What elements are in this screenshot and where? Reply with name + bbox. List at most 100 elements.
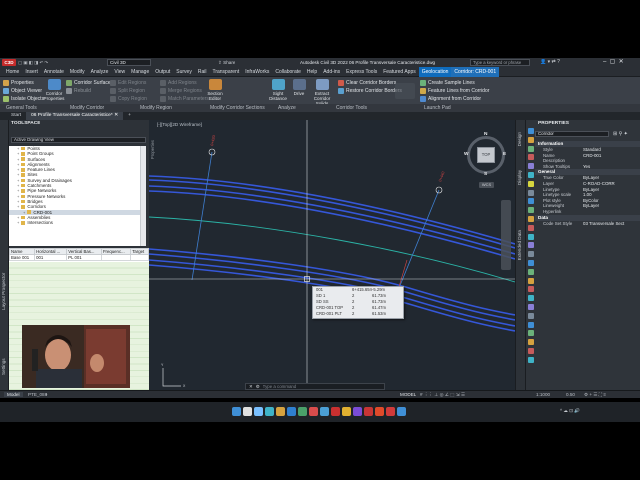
ribbon-tab[interactable]: InfraWorks <box>242 67 272 77</box>
compass-south[interactable]: S <box>484 172 487 177</box>
compass-north[interactable]: N <box>484 132 487 137</box>
add-regions-button[interactable]: Add Regions <box>160 79 209 87</box>
close-tab-icon[interactable]: ✕ <box>114 113 118 118</box>
taskbar-app-icon[interactable] <box>298 407 307 416</box>
tab-start[interactable]: Start <box>6 112 26 120</box>
ribbon-tab[interactable]: Add-ins <box>320 67 343 77</box>
rebuild-button[interactable]: Rebuild <box>66 87 113 95</box>
sample-line-1[interactable] <box>191 151 213 281</box>
side-tab-design[interactable]: Design <box>517 132 522 146</box>
taskbar-app-icon[interactable] <box>287 407 296 416</box>
new-tab-button[interactable]: + <box>123 112 136 120</box>
tool-icon[interactable] <box>528 303 534 310</box>
group-label-analyze[interactable]: Analyze <box>278 105 296 111</box>
taskbar-app-icon[interactable] <box>397 407 406 416</box>
tool-icon[interactable] <box>528 356 534 363</box>
taskbar-app-icon[interactable] <box>353 407 362 416</box>
property-row[interactable]: Code Set Style 03 Transversale Sect <box>535 221 640 227</box>
compass-west[interactable]: W <box>464 152 469 157</box>
property-value[interactable]: Yes <box>583 164 640 170</box>
tool-icon[interactable] <box>528 339 534 346</box>
tool-icon[interactable] <box>528 128 534 134</box>
grid-cell[interactable]: PL 001 <box>66 254 102 261</box>
corridor-properties-button[interactable]: Corridor Properties <box>44 79 64 101</box>
tool-icon[interactable] <box>528 136 534 143</box>
ribbon-tab[interactable]: Express Tools <box>343 67 380 77</box>
tool-icon[interactable] <box>528 189 534 196</box>
tool-icon[interactable] <box>528 207 534 214</box>
taskbar-app-icon[interactable] <box>243 407 252 416</box>
expand-icon[interactable]: + <box>23 210 25 215</box>
property-row[interactable]: Hyperlink <box>535 209 640 215</box>
feature-lines-from-corridor-button[interactable]: Feature Lines from Corridor <box>420 87 489 95</box>
clear-borders-button[interactable]: Clear Corridor Borders <box>338 79 402 87</box>
viewcube-top-face[interactable]: TOP <box>477 147 495 163</box>
search-input[interactable]: Type a keyword or phrase <box>470 59 530 66</box>
side-tab-extended-data[interactable]: Extended Data <box>517 230 522 260</box>
ribbon-tab[interactable]: Analyze <box>88 67 112 77</box>
tool-icon[interactable] <box>528 242 534 249</box>
grid-row[interactable]: Base 001 001 PL 001 <box>8 254 149 261</box>
ribbon-tab[interactable]: Collaborate <box>272 67 304 77</box>
tool-icon[interactable] <box>528 198 534 205</box>
taskbar-app-icon[interactable] <box>254 407 263 416</box>
expand-icon[interactable]: + <box>17 204 19 209</box>
tool-icon[interactable] <box>528 251 534 258</box>
navigation-bar[interactable] <box>501 200 511 270</box>
side-tab-settings[interactable]: Settings <box>1 325 6 375</box>
edit-regions-button[interactable]: Edit Regions <box>110 79 147 87</box>
tree-item[interactable]: + Intersections <box>9 220 146 225</box>
ribbon-tab[interactable]: Modify <box>67 67 88 77</box>
tool-icon[interactable] <box>528 215 534 222</box>
tool-icon[interactable] <box>528 224 534 231</box>
app-menu-button[interactable]: C3D <box>2 59 16 66</box>
object-type-select[interactable]: Corridor <box>535 131 609 137</box>
taskbar-app-icon[interactable] <box>265 407 274 416</box>
corridor-surfaces-button[interactable]: Corridor Surfaces <box>66 79 113 87</box>
taskbar-app-icon[interactable] <box>309 407 318 416</box>
grid-cell[interactable]: Base 001 <box>8 254 36 261</box>
properties-button[interactable]: Properties <box>3 79 44 87</box>
tool-icon[interactable] <box>528 268 534 275</box>
taskbar-app-icon[interactable] <box>342 407 351 416</box>
ribbon-tab[interactable]: Manage <box>128 67 152 77</box>
zoom-value[interactable]: 0.50 <box>566 392 575 397</box>
account-icon[interactable]: 👤 ▾ ⇄ ? <box>540 59 560 66</box>
taskbar-app-icon[interactable] <box>364 407 373 416</box>
ribbon-tab[interactable]: Geolocation <box>418 67 452 77</box>
tool-icon[interactable] <box>528 145 534 152</box>
taskbar-app-icon[interactable] <box>375 407 384 416</box>
ribbon-tab[interactable]: Rail <box>195 67 210 77</box>
group-label-modify-region[interactable]: Modify Region <box>140 105 172 111</box>
copy-region-button[interactable]: Copy Region <box>110 95 147 103</box>
object-viewer-button[interactable]: Object Viewer <box>3 87 44 95</box>
property-value[interactable] <box>583 209 640 215</box>
ribbon-tab[interactable]: Corridor: CRD-001 <box>451 67 500 77</box>
group-label-launch-pad[interactable]: Launch Pad <box>424 105 451 111</box>
property-value[interactable]: 03 Transversale Sect <box>583 221 640 227</box>
tool-icon[interactable] <box>528 233 534 240</box>
ribbon-tab[interactable]: Output <box>152 67 173 77</box>
ribbon-tab[interactable]: Transparent <box>209 67 242 77</box>
wcs-menu[interactable]: WCS <box>479 182 494 188</box>
ribbon-tab[interactable]: Help <box>304 67 320 77</box>
match-parameters-button[interactable]: Match Parameters <box>160 95 209 103</box>
drawing-canvas[interactable]: [-][Top][2D Wireframe] 0+420 0+440 Y X T… <box>149 120 515 392</box>
sight-distance-button[interactable]: Sight Distance <box>264 79 292 101</box>
tool-icon[interactable] <box>528 312 534 319</box>
taskbar-app-icon[interactable] <box>276 407 285 416</box>
alignment-from-corridor-button[interactable]: Alignment from Corridor <box>420 95 489 103</box>
launch-pad-large-icon[interactable] <box>395 83 415 99</box>
status-toggles[interactable]: # ⋮⋮ ⊥ ◎ ∠ ⬚ ⇲ ☰ <box>420 392 465 398</box>
drive-button[interactable]: Drive <box>292 79 306 96</box>
ribbon-tab[interactable]: Annotate <box>41 67 67 77</box>
tree-scrollbar[interactable] <box>140 146 146 246</box>
ribbon-tab[interactable]: Home <box>3 67 22 77</box>
taskbar-app-icon[interactable] <box>320 407 329 416</box>
ribbon-tab[interactable]: Survey <box>173 67 195 77</box>
taskbar-app-icon[interactable] <box>331 407 340 416</box>
tool-icon[interactable] <box>528 347 534 354</box>
tool-icon[interactable] <box>528 180 534 187</box>
tool-icon[interactable] <box>528 286 534 293</box>
group-label-modify-corridor[interactable]: Modify Corridor <box>70 105 104 111</box>
